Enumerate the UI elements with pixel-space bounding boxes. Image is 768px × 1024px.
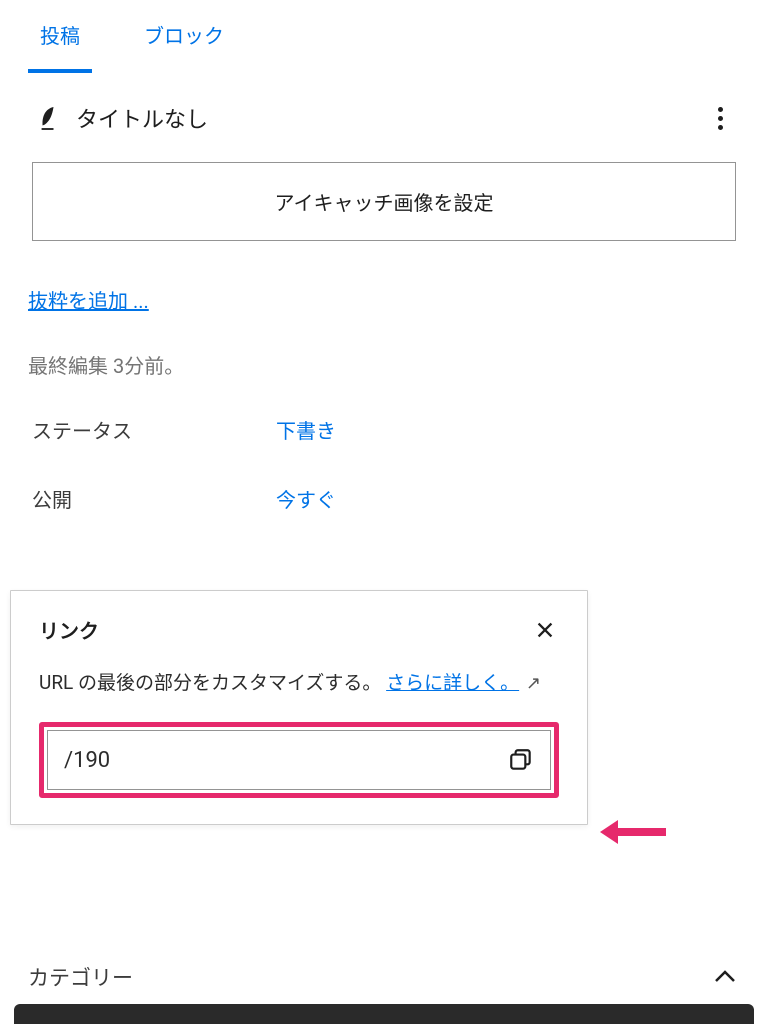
close-icon: [534, 619, 556, 641]
leaf-icon: [36, 104, 60, 132]
tab-block[interactable]: ブロック: [132, 0, 236, 73]
url-text: /190: [64, 748, 496, 773]
featured-image-button[interactable]: アイキャッチ画像を設定: [32, 162, 736, 241]
popover-desc-text: URL の最後の部分をカスタマイズする。: [39, 671, 386, 694]
post-title: タイトルなし: [76, 102, 688, 134]
category-row[interactable]: カテゴリー: [0, 962, 768, 992]
category-label: カテゴリー: [28, 962, 133, 992]
popover-header: リンク: [39, 615, 559, 644]
status-row: ステータス 下書き: [0, 387, 768, 456]
learn-more-link[interactable]: さらに詳しく。: [386, 671, 519, 694]
tabs: 投稿 ブロック: [0, 0, 768, 74]
external-link-icon: ↗: [526, 673, 541, 694]
url-input-box[interactable]: /190: [47, 730, 551, 790]
copy-icon: [508, 747, 534, 773]
more-options-button[interactable]: [704, 102, 736, 134]
bottom-bar: [14, 1004, 754, 1024]
close-button[interactable]: [531, 616, 559, 644]
publish-label: 公開: [32, 484, 276, 513]
arrow-annotation: [600, 820, 666, 844]
post-header: タイトルなし: [0, 74, 768, 154]
publish-row: 公開 今すぐ: [0, 456, 768, 525]
more-vertical-icon: [718, 107, 723, 130]
publish-value[interactable]: 今すぐ: [276, 484, 336, 513]
add-excerpt-link[interactable]: 抜粋を追加 ...: [28, 285, 149, 314]
chevron-up-icon: [714, 969, 736, 983]
arrow-left-icon: [600, 820, 618, 844]
tab-post[interactable]: 投稿: [28, 0, 92, 73]
link-popover: リンク URL の最後の部分をカスタマイズする。 さらに詳しく。 ↗ /190: [10, 590, 588, 825]
last-edited-text: 最終編集 3分前。: [28, 350, 768, 379]
status-label: ステータス: [32, 415, 276, 444]
popover-description: URL の最後の部分をカスタマイズする。 さらに詳しく。 ↗: [39, 666, 559, 700]
status-value[interactable]: 下書き: [276, 415, 336, 444]
url-highlight-box: /190: [39, 722, 559, 798]
copy-button[interactable]: [508, 747, 534, 773]
popover-title: リンク: [39, 615, 99, 644]
collapse-button[interactable]: [714, 968, 736, 987]
